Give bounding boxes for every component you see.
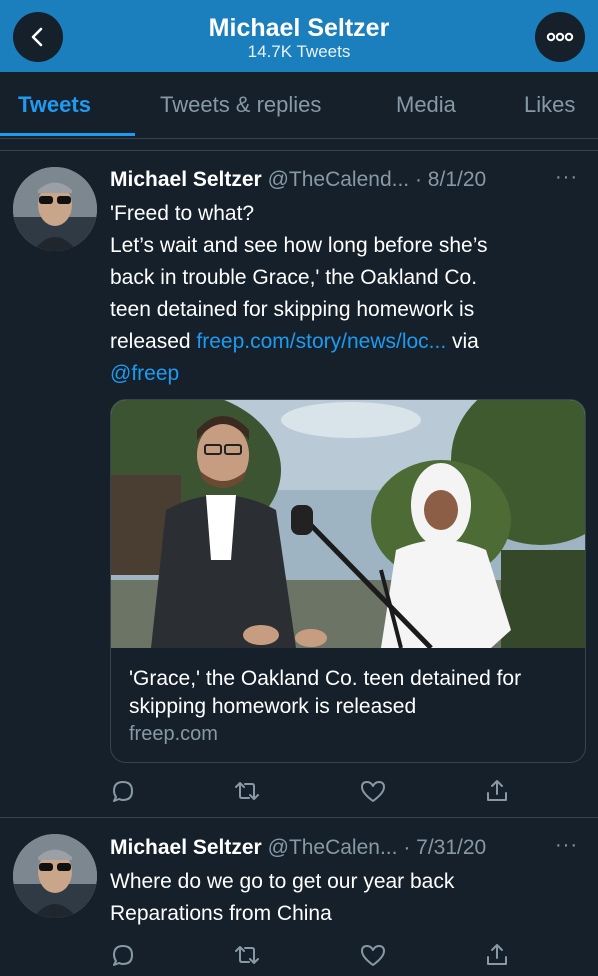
tweet-date[interactable]: · 7/31/20: [403, 836, 486, 859]
retweet-icon[interactable]: [232, 776, 262, 806]
avatar[interactable]: [13, 834, 97, 918]
tweet-text-fragment: via: [452, 330, 479, 353]
reply-icon[interactable]: [108, 776, 138, 806]
profile-header: Michael Seltzer 14.7K Tweets: [0, 0, 598, 72]
tweet-text-line: teen detained for skipping homework is: [110, 298, 475, 321]
more-dots-icon: [546, 32, 574, 42]
tweet-text-fragment: released: [110, 330, 191, 353]
tab-tweets-and-replies[interactable]: Tweets & replies: [160, 92, 321, 118]
author-handle[interactable]: @TheCalen...: [268, 836, 398, 859]
tweet-more-button[interactable]: ···: [555, 834, 578, 857]
profile-tabs: Tweets Tweets & replies Media Likes: [0, 72, 598, 139]
divider: [0, 817, 598, 818]
divider: [0, 150, 598, 151]
author-handle[interactable]: @TheCalend...: [268, 168, 410, 191]
tweet-text-line: released freep.com/story/news/loc... via: [110, 326, 570, 358]
tweet-more-button[interactable]: ···: [555, 166, 578, 189]
retweet-icon[interactable]: [232, 940, 262, 970]
tweet-text: 'Freed to what? Let’s wait and see how l…: [110, 198, 570, 390]
tweet-text-line: Let’s wait and see how long before she’s: [110, 234, 488, 257]
tweet-text-line: Reparations from China: [110, 902, 332, 925]
card-title: 'Grace,' the Oakland Co. teen detained f…: [129, 667, 522, 718]
tweet-text-line: back in trouble Grace,' the Oakland Co.: [110, 266, 478, 289]
share-icon[interactable]: [482, 776, 512, 806]
author-name[interactable]: Michael Seltzer: [110, 836, 262, 859]
tweet-header: Michael Seltzer @TheCalen... · 7/31/20: [110, 836, 486, 860]
tweet-date[interactable]: · 8/1/20: [415, 168, 486, 191]
mention-link[interactable]: @freep: [110, 362, 179, 385]
card-image: [111, 400, 585, 648]
tweet-text-line: 'Freed to what?: [110, 202, 255, 225]
tweet-text-line: Where do we go to get our year back: [110, 870, 455, 893]
more-options-button[interactable]: [535, 12, 585, 62]
card-domain: freep.com: [129, 723, 218, 745]
reply-icon[interactable]: [108, 940, 138, 970]
share-icon[interactable]: [482, 940, 512, 970]
tab-tweets[interactable]: Tweets: [18, 92, 91, 118]
tab-media[interactable]: Media: [396, 92, 456, 118]
profile-name: Michael Seltzer: [208, 14, 390, 42]
link-card[interactable]: 'Grace,' the Oakland Co. teen detained f…: [110, 399, 586, 763]
tweet-text: Where do we go to get our year back Repa…: [110, 866, 570, 930]
author-name[interactable]: Michael Seltzer: [110, 168, 262, 191]
active-tab-indicator: [0, 133, 135, 136]
tweet-count: 14.7K Tweets: [247, 42, 351, 61]
like-icon[interactable]: [358, 776, 388, 806]
tweet-header: Michael Seltzer @TheCalend... · 8/1/20: [110, 168, 486, 192]
avatar[interactable]: [13, 167, 97, 251]
tab-likes[interactable]: Likes: [524, 92, 575, 118]
tweet-link[interactable]: freep.com/story/news/loc...: [196, 330, 446, 353]
like-icon[interactable]: [358, 940, 388, 970]
